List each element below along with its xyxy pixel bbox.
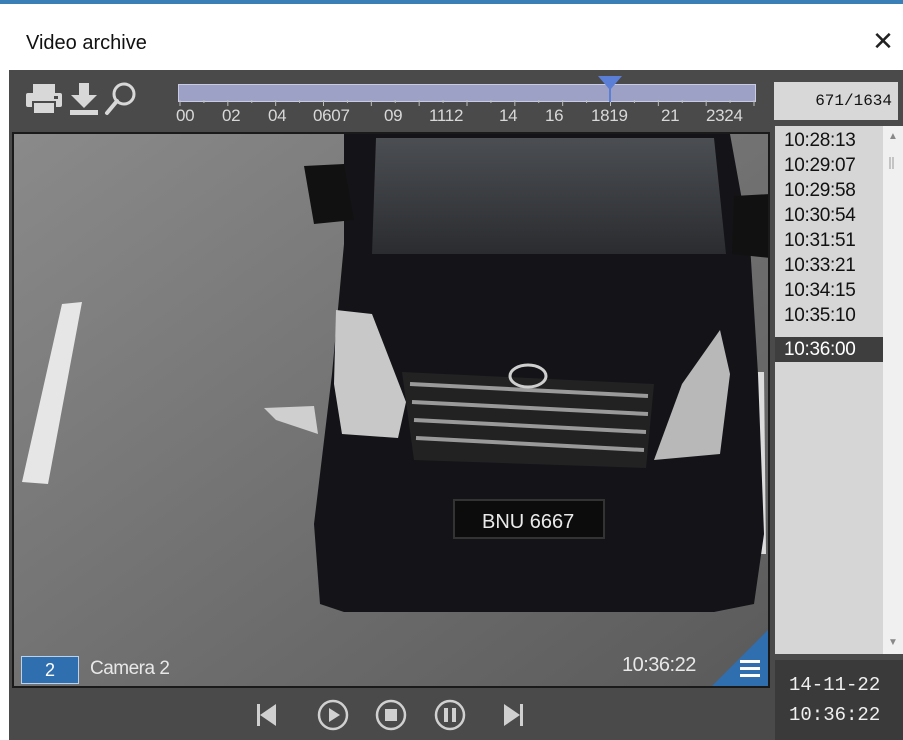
list-item[interactable]: 10:33:21 — [775, 253, 883, 278]
timeline-marker-line — [609, 86, 611, 102]
scroll-up-icon[interactable]: ▲ — [883, 128, 903, 146]
timeline-label: 2324 — [706, 106, 743, 125]
timeline-label: 1112 — [429, 106, 464, 125]
list-item[interactable]: 10:30:54 — [775, 203, 883, 228]
camera-image: BNU 6667 — [14, 134, 768, 686]
datetime-display: 14-11-22 10:36:22 — [775, 660, 903, 740]
list-item[interactable]: 10:29:07 — [775, 153, 883, 178]
list-item[interactable]: 10:28:13 — [775, 128, 883, 153]
timeline[interactable]: 00 02 04 0607 09 1112 14 16 1819 21 2324 — [176, 76, 758, 126]
list-item[interactable]: 10:35:10 — [775, 303, 883, 328]
timeline-label: 09 — [384, 106, 403, 125]
timeline-label: 16 — [545, 106, 564, 125]
timeline-label: 00 — [176, 106, 195, 125]
timeline-label: 04 — [268, 106, 287, 125]
camera-number-badge[interactable]: 2 — [21, 656, 79, 684]
list-item[interactable]: 10:34:15 — [775, 278, 883, 303]
scroll-down-icon[interactable]: ▼ — [883, 634, 903, 652]
title-bar: Video archive ✕ — [0, 4, 903, 70]
list-item[interactable]: 10:29:58 — [775, 178, 883, 203]
video-archive-window: Video archive ✕ 00 02 04 0607 09 1112 14… — [0, 0, 903, 740]
scroll-thumb[interactable] — [887, 156, 897, 170]
timeline-label: 02 — [222, 106, 241, 125]
forward-icon[interactable] — [498, 698, 526, 732]
window-title: Video archive — [26, 32, 147, 54]
list-item-selected[interactable]: 10:36:00 — [775, 337, 883, 362]
video-frame[interactable]: BNU 6667 2 Camera 2 10:36:22 — [12, 132, 770, 688]
video-timestamp: 10:36:22 — [622, 654, 696, 676]
play-icon[interactable] — [316, 698, 350, 732]
print-icon[interactable] — [24, 80, 64, 118]
event-list[interactable]: 10:28:13 10:29:07 10:29:58 10:30:54 10:3… — [775, 126, 883, 654]
download-icon[interactable] — [66, 80, 102, 118]
camera-name: Camera 2 — [90, 658, 170, 679]
close-button[interactable]: ✕ — [868, 26, 898, 56]
date-text: 14-11-22 — [789, 674, 881, 696]
rewind-icon[interactable] — [254, 698, 282, 732]
time-text: 10:36:22 — [789, 704, 881, 726]
timeline-label: 0607 — [313, 106, 350, 125]
pause-icon[interactable] — [433, 698, 467, 732]
timeline-label: 14 — [499, 106, 518, 125]
scrollbar[interactable]: ▲ ▼ — [883, 126, 903, 654]
frame-counter: 671/1634 — [774, 82, 898, 120]
menu-icon[interactable] — [712, 630, 768, 686]
list-item[interactable]: 10:31:51 — [775, 228, 883, 253]
license-plate: BNU 6667 — [482, 511, 574, 533]
stop-icon[interactable] — [374, 698, 408, 732]
timeline-label: 21 — [661, 106, 680, 125]
search-icon[interactable] — [104, 80, 142, 118]
timeline-label: 1819 — [591, 106, 628, 125]
